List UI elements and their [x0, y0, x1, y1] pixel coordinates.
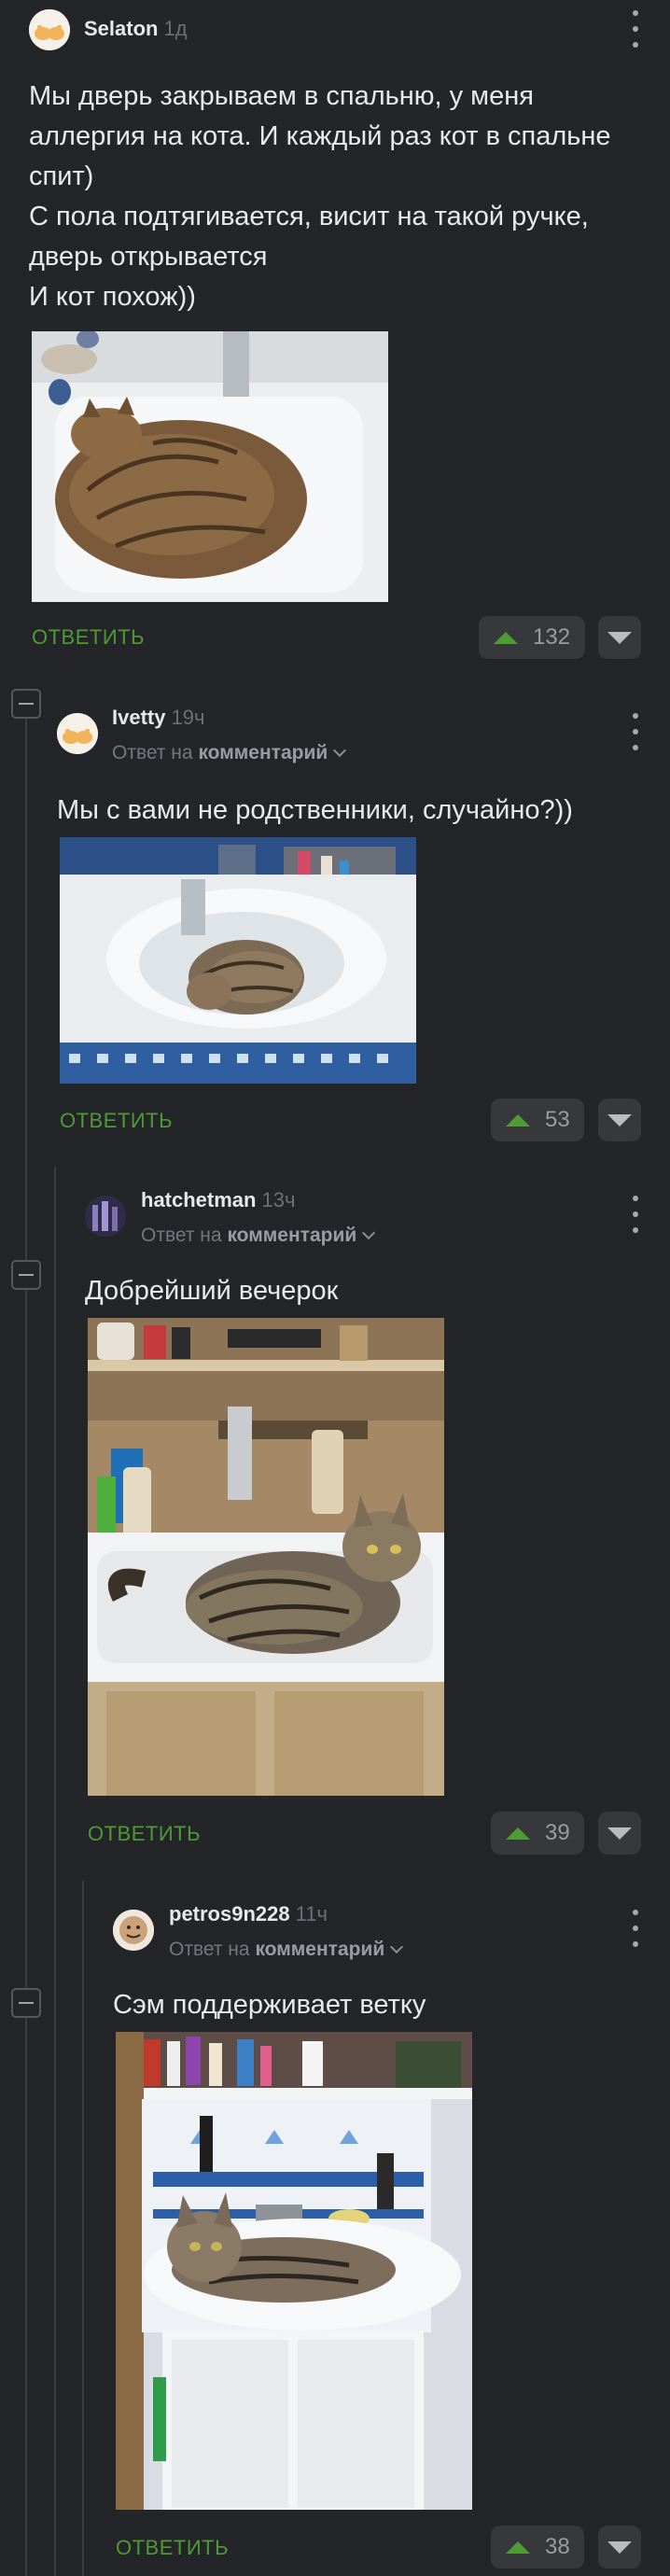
avatar[interactable] — [29, 9, 70, 50]
comment-image-cat-in-sink[interactable] — [32, 331, 388, 602]
reply-to-link[interactable]: Ответ на комментарий — [169, 1939, 404, 1961]
downvote-button[interactable] — [598, 2526, 641, 2569]
vote-count: 53 — [545, 1107, 570, 1132]
triangle-up-icon — [506, 1827, 530, 1840]
vote-count: 132 — [533, 624, 571, 650]
upvote-button[interactable]: 38 — [491, 2526, 584, 2569]
chevron-down-icon — [333, 743, 347, 758]
upvote-button[interactable]: 132 — [479, 616, 585, 659]
reply-to-prefix: Ответ на — [112, 742, 193, 763]
reply-button[interactable]: ОТВЕТИТЬ — [32, 625, 145, 650]
avatar-hands-icon — [29, 9, 70, 50]
comment-text: Сэм поддерживает ветку — [113, 1990, 426, 2020]
more-options-icon[interactable] — [621, 1196, 649, 1233]
comment-time: 1д — [163, 17, 188, 40]
reply-to-target: комментарий — [227, 1225, 357, 1246]
thread-line-2 — [54, 1167, 56, 2576]
reply-to-prefix: Ответ на — [141, 1225, 222, 1246]
chevron-down-icon — [362, 1225, 376, 1240]
avatar[interactable] — [113, 1910, 154, 1951]
thread-line-3 — [82, 1881, 84, 2576]
triangle-down-icon — [607, 1827, 632, 1840]
avatar[interactable] — [57, 713, 98, 754]
more-options-icon[interactable] — [621, 1910, 649, 1947]
avatar-face-icon — [113, 1910, 154, 1951]
reply-to-target: комментарий — [198, 742, 328, 763]
reply-button[interactable]: ОТВЕТИТЬ — [60, 1109, 173, 1133]
reply-to-link[interactable]: Ответ на комментарий — [112, 742, 347, 764]
chevron-down-icon — [390, 1939, 404, 1954]
upvote-button[interactable]: 53 — [491, 1099, 584, 1141]
reply-to-prefix: Ответ на — [169, 1939, 250, 1960]
downvote-button[interactable] — [598, 616, 641, 659]
thread-line-1 — [25, 705, 27, 2576]
username[interactable]: petros9n228 — [169, 1902, 290, 1925]
reply-button[interactable]: ОТВЕТИТЬ — [88, 1822, 201, 1846]
username[interactable]: Selaton — [84, 17, 158, 40]
comment-image-cat-in-sink[interactable] — [60, 837, 416, 1084]
vote-count: 38 — [545, 2534, 570, 2559]
comment-image-cat-in-sink[interactable] — [88, 1318, 444, 1796]
triangle-up-icon — [506, 2541, 530, 2554]
comment-time: 13ч — [261, 1188, 296, 1211]
minus-icon — [19, 2002, 34, 2004]
triangle-up-icon — [494, 631, 518, 644]
triangle-up-icon — [506, 1113, 530, 1127]
username[interactable]: Ivetty — [112, 706, 165, 729]
more-options-icon[interactable] — [621, 10, 649, 48]
comment-time: 19ч — [171, 706, 205, 729]
triangle-down-icon — [607, 1113, 632, 1127]
comment-text: Мы дверь закрываем в спальню, у меня алл… — [29, 81, 611, 312]
collapse-thread-button[interactable] — [11, 689, 41, 719]
minus-icon — [19, 1274, 34, 1276]
avatar[interactable] — [85, 1196, 126, 1237]
comment-time: 11ч — [295, 1902, 328, 1925]
collapse-thread-button[interactable] — [11, 1988, 41, 2018]
reply-to-target: комментарий — [255, 1939, 385, 1960]
downvote-button[interactable] — [598, 1812, 641, 1855]
reply-to-link[interactable]: Ответ на комментарий — [141, 1225, 376, 1247]
collapse-thread-button[interactable] — [11, 1260, 41, 1290]
more-options-icon[interactable] — [621, 713, 649, 750]
triangle-down-icon — [607, 2541, 632, 2554]
triangle-down-icon — [607, 631, 632, 644]
upvote-button[interactable]: 39 — [491, 1812, 584, 1855]
minus-icon — [19, 703, 34, 705]
avatar-figure-icon — [85, 1196, 126, 1237]
avatar-hands-icon — [57, 713, 98, 754]
username[interactable]: hatchetman — [141, 1188, 256, 1211]
comment-text: Добрейший вечерок — [85, 1276, 339, 1306]
vote-count: 39 — [545, 1820, 570, 1845]
reply-button[interactable]: ОТВЕТИТЬ — [116, 2536, 229, 2560]
comment-text: Мы с вами не родственники, случайно?)) — [57, 795, 573, 825]
comment-image-cat-in-sink[interactable] — [116, 2032, 472, 2510]
downvote-button[interactable] — [598, 1099, 641, 1141]
